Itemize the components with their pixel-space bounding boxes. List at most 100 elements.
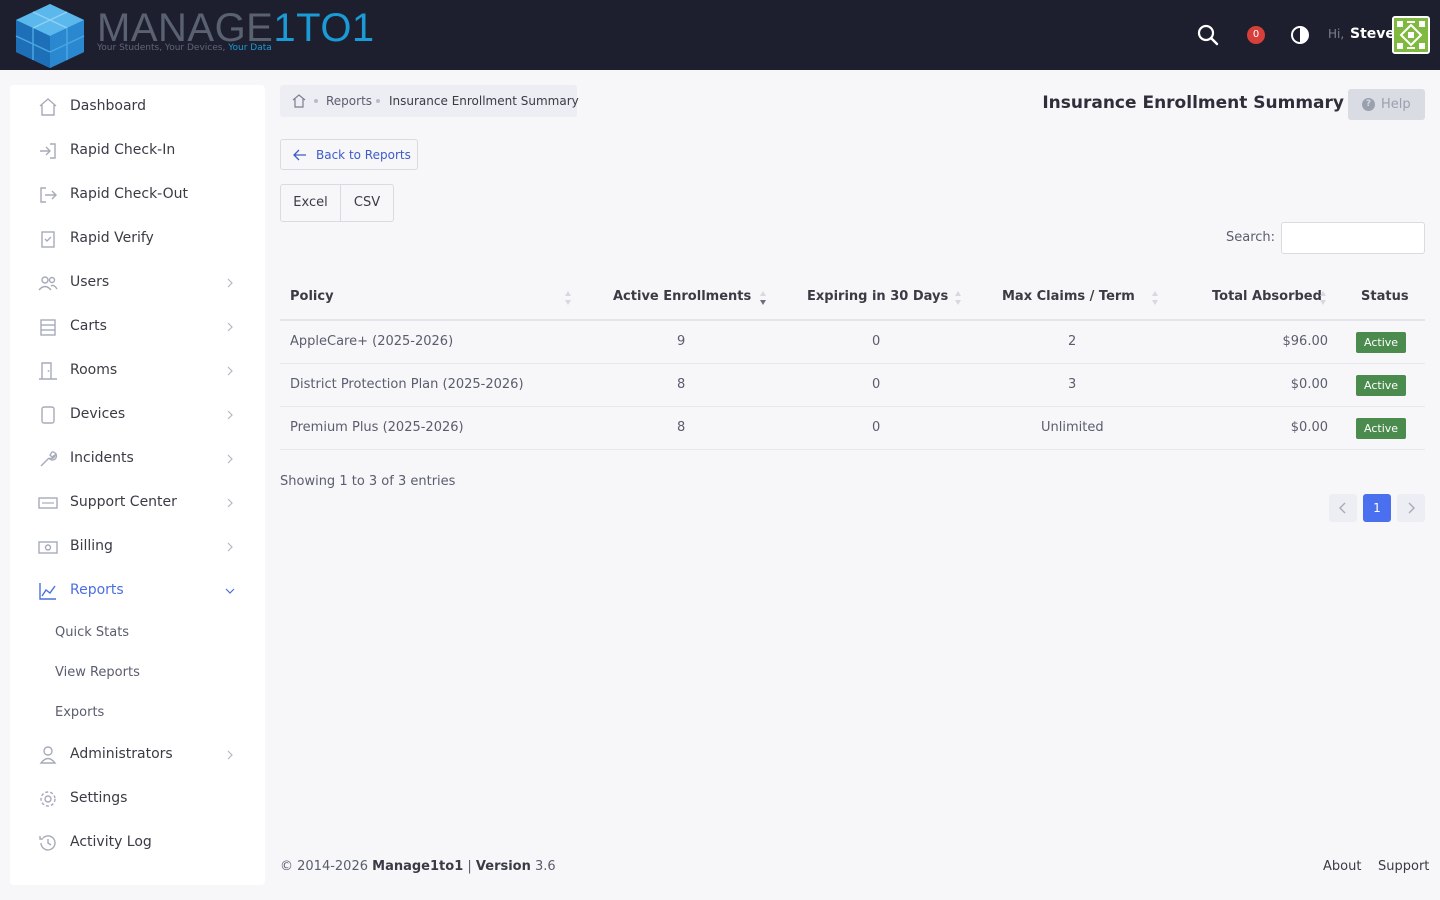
breadcrumb-separator — [376, 99, 380, 103]
sidebar-item-billing[interactable]: Billing — [10, 525, 265, 569]
home-icon[interactable] — [292, 94, 306, 108]
sidebar-subitem-quick-stats[interactable]: Quick Stats — [55, 625, 129, 640]
admin-icon — [39, 746, 57, 764]
notification-badge[interactable]: 0 — [1247, 26, 1265, 44]
door-icon — [39, 362, 57, 380]
sidebar-item-reports[interactable]: Reports — [10, 569, 265, 613]
table-row[interactable]: Premium Plus (2025-2026) 8 0 Unlimited $… — [280, 407, 1425, 450]
sidebar-item-rapid-check-in[interactable]: Rapid Check-In — [10, 129, 265, 173]
sidebar-item-administrators[interactable]: Administrators — [10, 733, 265, 777]
top-bar: MANAGE1TO1 Your Students, Your Devices, … — [0, 0, 1440, 70]
avatar[interactable] — [1392, 16, 1430, 54]
sidebar-item-rapid-check-out[interactable]: Rapid Check-Out — [10, 173, 265, 217]
avatar-pattern-icon — [1394, 18, 1428, 52]
search-label: Search: — [1226, 230, 1276, 245]
breadcrumb-separator — [314, 99, 318, 103]
cell-policy: District Protection Plan (2025-2026) — [290, 377, 524, 392]
user-name[interactable]: Steve — [1350, 26, 1395, 42]
csv-button[interactable]: CSV — [341, 185, 393, 221]
status-badge: Active — [1356, 418, 1407, 439]
sidebar-subitem-exports[interactable]: Exports — [55, 705, 104, 720]
footer-support-link[interactable]: Support — [1378, 859, 1429, 874]
column-header-expiring-30-days[interactable]: Expiring in 30 Days — [807, 277, 948, 319]
sidebar-item-incidents[interactable]: Incidents — [10, 437, 265, 481]
sidebar-item-rapid-verify[interactable]: Rapid Verify — [10, 217, 265, 261]
cell-active-enrollments: 8 — [677, 420, 686, 435]
sidebar-item-support-center[interactable]: Support Center — [10, 481, 265, 525]
cell-policy: AppleCare+ (2025-2026) — [290, 334, 454, 349]
sidebar-item-label: Users — [70, 274, 110, 290]
sidebar-item-devices[interactable]: Devices — [10, 393, 265, 437]
help-label: Help — [1381, 97, 1411, 112]
excel-button[interactable]: Excel — [281, 185, 340, 221]
table-row[interactable]: AppleCare+ (2025-2026) 9 0 2 $96.00 Acti… — [280, 321, 1425, 364]
sidebar-item-activity-log[interactable]: Activity Log — [10, 821, 265, 865]
cell-expiring: 0 — [872, 420, 881, 435]
sidebar-item-carts[interactable]: Carts — [10, 305, 265, 349]
back-label: Back to Reports — [316, 148, 411, 162]
sidebar-item-label: Support Center — [70, 494, 177, 510]
sidebar-item-label: Devices — [70, 406, 126, 422]
column-header-policy[interactable]: Policy — [290, 277, 334, 319]
sort-icon — [955, 291, 961, 305]
home-icon — [39, 98, 57, 116]
table-info: Showing 1 to 3 of 3 entries — [280, 474, 456, 489]
column-header-status[interactable]: Status — [1361, 277, 1409, 319]
pagination-next[interactable] — [1397, 494, 1425, 522]
sidebar-item-rooms[interactable]: Rooms — [10, 349, 265, 393]
cell-max-claims: Unlimited — [1041, 420, 1104, 435]
sidebar-item-dashboard[interactable]: Dashboard — [10, 85, 265, 129]
cash-icon — [38, 541, 58, 554]
pagination-previous[interactable] — [1329, 494, 1357, 522]
sidebar-subitem-view-reports[interactable]: View Reports — [55, 665, 140, 680]
sidebar: Dashboard Rapid Check-In Rapid Check-Out… — [10, 85, 265, 885]
sidebar-item-label: Rooms — [70, 362, 118, 378]
login-icon — [40, 143, 56, 159]
cell-policy: Premium Plus (2025-2026) — [290, 420, 464, 435]
theme-toggle-icon[interactable] — [1290, 25, 1310, 45]
sidebar-item-label: Rapid Check-Out — [70, 186, 189, 202]
back-to-reports-button[interactable]: Back to Reports — [280, 139, 418, 170]
logout-icon — [40, 187, 57, 203]
chevron-right-icon — [1408, 502, 1415, 514]
gear-icon — [40, 791, 56, 807]
sort-descending-icon — [760, 291, 766, 305]
sort-icon — [1320, 291, 1326, 305]
help-button[interactable]: ? Help — [1348, 89, 1425, 120]
cell-expiring: 0 — [872, 334, 881, 349]
chevron-right-icon — [227, 322, 233, 332]
cell-max-claims: 2 — [1068, 334, 1077, 349]
tablet-icon — [41, 406, 55, 424]
search-icon[interactable] — [1197, 24, 1219, 46]
status-badge: Active — [1356, 375, 1407, 396]
status-badge: Active — [1356, 332, 1407, 353]
breadcrumb: Reports Insurance Enrollment Summary — [280, 85, 579, 117]
arrow-left-icon — [293, 149, 306, 161]
logo[interactable]: MANAGE1TO1 Your Students, Your Devices, … — [10, 2, 374, 68]
column-header-active-enrollments[interactable]: Active Enrollments — [613, 277, 751, 319]
sidebar-item-settings[interactable]: Settings — [10, 777, 265, 821]
cell-total-absorbed: $0.00 — [1290, 420, 1328, 435]
sidebar-item-label: Billing — [70, 538, 113, 554]
cart-icon — [40, 319, 56, 336]
column-header-max-claims[interactable]: Max Claims / Term — [1002, 277, 1135, 319]
sidebar-item-users[interactable]: Users — [10, 261, 265, 305]
sidebar-item-label: Reports — [70, 582, 124, 598]
footer-about-link[interactable]: About — [1323, 859, 1361, 874]
users-icon — [38, 276, 58, 291]
cell-max-claims: 3 — [1068, 377, 1077, 392]
search-input[interactable] — [1281, 222, 1425, 254]
greeting: Hi, — [1328, 27, 1345, 41]
sidebar-item-label: Activity Log — [70, 834, 152, 850]
breadcrumb-link-reports[interactable]: Reports — [326, 94, 372, 108]
pagination-page[interactable]: 1 — [1363, 494, 1391, 522]
sort-icon — [1152, 291, 1158, 305]
chevron-right-icon — [227, 410, 233, 420]
sidebar-item-label: Rapid Verify — [70, 230, 154, 246]
chevron-right-icon — [227, 542, 233, 552]
table-row[interactable]: District Protection Plan (2025-2026) 8 0… — [280, 364, 1425, 407]
question-icon: ? — [1362, 98, 1375, 111]
column-header-total-absorbed[interactable]: Total Absorbed — [1212, 277, 1322, 319]
sidebar-item-label: Administrators — [70, 746, 173, 762]
chevron-left-icon — [1339, 502, 1346, 514]
